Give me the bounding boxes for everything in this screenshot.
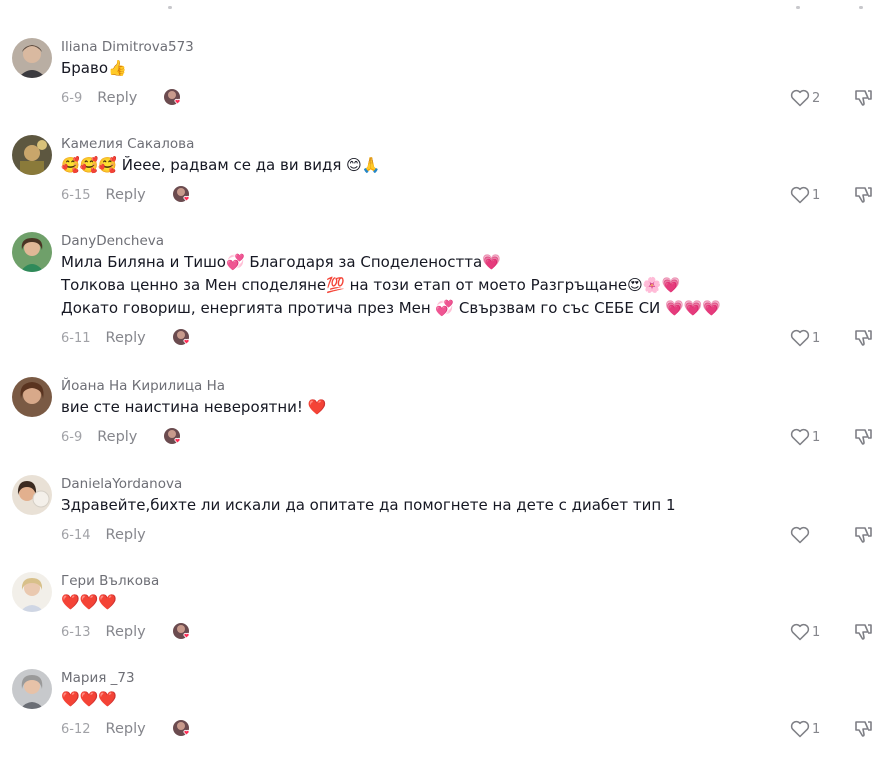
- comment-text: Мила Биляна и Тишо💞 Благодаря за Споделе…: [61, 253, 501, 271]
- comment-username[interactable]: DanielaYordanova: [61, 471, 869, 494]
- thumbs-down-icon: [855, 90, 872, 106]
- avatar[interactable]: [12, 377, 52, 417]
- comment-text: вие сте наистина невероятни! ❤️: [61, 398, 327, 416]
- reply-button[interactable]: Reply: [106, 624, 146, 640]
- like-button[interactable]: 1: [790, 184, 820, 206]
- heart-outline-icon: [790, 329, 810, 347]
- comment-text: ❤️❤️❤️: [61, 593, 118, 611]
- heart-outline-icon: [790, 623, 810, 641]
- like-button[interactable]: 1: [790, 327, 820, 349]
- comment-date: 6-14: [61, 527, 91, 543]
- dislike-button[interactable]: [853, 184, 873, 206]
- thumbs-down-icon: [855, 624, 872, 640]
- comment-text: ❤️❤️❤️: [61, 690, 118, 708]
- reply-button[interactable]: Reply: [106, 330, 146, 346]
- reply-button[interactable]: Reply: [106, 527, 146, 543]
- heart-outline-icon: [790, 428, 810, 446]
- comment-username[interactable]: Йоана На Кирилица На: [61, 373, 869, 396]
- dislike-button[interactable]: [853, 718, 873, 740]
- comment-meta: 6-9 Reply 2: [61, 87, 872, 109]
- avatar[interactable]: [12, 38, 52, 78]
- thumbs-down-icon: [855, 187, 872, 203]
- comment-meta: 6-15 Reply 1: [61, 184, 872, 206]
- creator-liked-avatar-icon: [172, 719, 192, 739]
- avatar[interactable]: [12, 669, 52, 709]
- reply-button[interactable]: Reply: [97, 90, 137, 106]
- creator-liked-avatar-icon: [163, 427, 183, 447]
- comment-item: Гери Вълкова ❤️❤️❤️ 6-13 Reply 1: [0, 568, 889, 665]
- comment-meta: 6-12 Reply 1: [61, 718, 872, 740]
- comment-meta: 6-13 Reply 1: [61, 621, 872, 643]
- comment-text: Браво👍: [61, 59, 127, 77]
- dislike-button[interactable]: [853, 621, 873, 643]
- like-count: 1: [812, 187, 821, 203]
- avatar[interactable]: [12, 135, 52, 175]
- reply-button[interactable]: Reply: [106, 721, 146, 737]
- comment-meta: 6-11 Reply 1: [61, 327, 872, 349]
- like-button[interactable]: 1: [790, 621, 820, 643]
- dislike-button[interactable]: [853, 87, 873, 109]
- comment-username[interactable]: Гери Вълкова: [61, 568, 869, 591]
- comment-date: 6-13: [61, 624, 91, 640]
- comment-username[interactable]: Iliana Dimitrova573: [61, 34, 869, 57]
- comment-meta: 6-9 Reply 1: [61, 426, 872, 448]
- comment-meta: 6-14 Reply: [61, 524, 872, 546]
- dislike-button[interactable]: [853, 524, 873, 546]
- comment-date: 6-15: [61, 187, 91, 203]
- comment-item: Мария _73 ❤️❤️❤️ 6-12 Reply 1: [0, 665, 889, 761]
- comment-username[interactable]: Камелия Сакалова: [61, 131, 869, 154]
- comment-text: Здравейте,бихте ли искали да опитате да …: [61, 496, 676, 514]
- like-count: 1: [812, 721, 821, 737]
- avatar[interactable]: [12, 475, 52, 515]
- heart-outline-icon: [790, 526, 810, 544]
- comment-date: 6-9: [61, 90, 83, 106]
- comment-item: DanielaYordanova Здравейте,бихте ли иска…: [0, 471, 889, 568]
- comment-item: Йоана На Кирилица На вие сте наистина не…: [0, 373, 889, 471]
- comment-item: Iliana Dimitrova573 Браво👍 6-9 Reply 2: [0, 34, 889, 131]
- avatar[interactable]: [12, 572, 52, 612]
- comment-text: Толкова ценно за Мен споделяне💯 на този …: [61, 276, 681, 294]
- thumbs-down-icon: [855, 330, 872, 346]
- previous-comment-edge: [0, 0, 889, 14]
- comment-username[interactable]: Мария _73: [61, 665, 869, 688]
- dislike-button[interactable]: [853, 426, 873, 448]
- creator-liked-avatar-icon: [172, 622, 192, 642]
- comment-text: 🥰🥰🥰 Йеее, радвам се да ви видя 😊🙏: [61, 156, 381, 174]
- comment-date: 6-9: [61, 429, 83, 445]
- reply-button[interactable]: Reply: [106, 187, 146, 203]
- comment-username[interactable]: DanyDencheva: [61, 228, 869, 251]
- thumbs-down-icon: [855, 527, 872, 543]
- like-count: 1: [812, 330, 821, 346]
- like-button[interactable]: 1: [790, 718, 820, 740]
- heart-outline-icon: [790, 89, 810, 107]
- thumbs-down-icon: [855, 721, 872, 737]
- creator-liked-avatar-icon: [172, 185, 192, 205]
- like-button[interactable]: [790, 524, 812, 546]
- comment-list: Iliana Dimitrova573 Браво👍 6-9 Reply 2 К…: [0, 34, 889, 761]
- comment-date: 6-11: [61, 330, 91, 346]
- creator-liked-avatar-icon: [163, 88, 183, 108]
- like-button[interactable]: 1: [790, 426, 820, 448]
- comment-text: Докато говориш, енергията протича през М…: [61, 299, 722, 317]
- comment-item: Камелия Сакалова 🥰🥰🥰 Йеее, радвам се да …: [0, 131, 889, 228]
- heart-outline-icon: [790, 186, 810, 204]
- like-count: 1: [812, 429, 821, 445]
- like-button[interactable]: 2: [790, 87, 820, 109]
- like-count: 1: [812, 624, 821, 640]
- reply-button[interactable]: Reply: [97, 429, 137, 445]
- comment-item: DanyDencheva Мила Биляна и Тишо💞 Благода…: [0, 228, 889, 373]
- thumbs-down-icon: [855, 429, 872, 445]
- heart-outline-icon: [790, 720, 810, 738]
- comment-date: 6-12: [61, 721, 91, 737]
- dislike-button[interactable]: [853, 327, 873, 349]
- creator-liked-avatar-icon: [172, 328, 192, 348]
- like-count: 2: [812, 90, 821, 106]
- avatar[interactable]: [12, 232, 52, 272]
